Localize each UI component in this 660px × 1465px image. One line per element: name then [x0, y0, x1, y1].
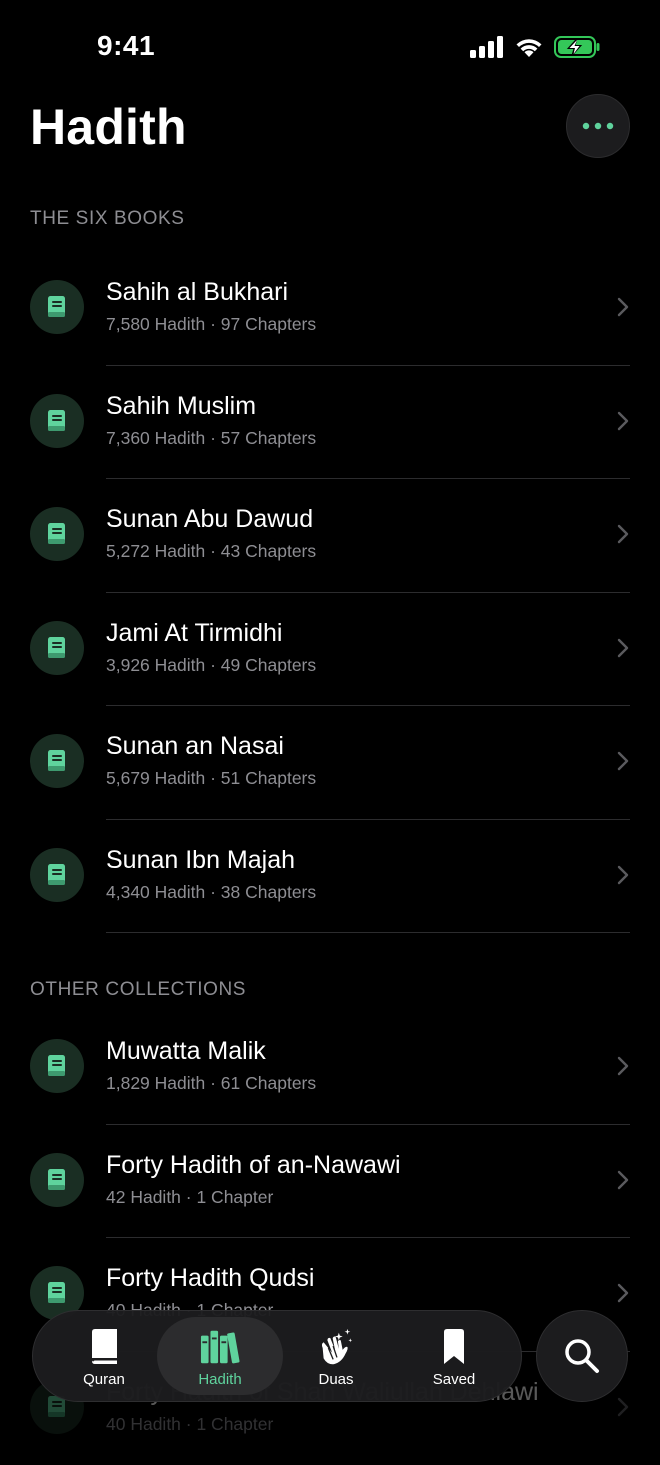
cellular-signal-icon: [470, 36, 504, 58]
book-icon: [30, 1039, 84, 1093]
list-item[interactable]: Sunan Ibn Majah 4,340 Hadith · 38 Chapte…: [0, 820, 660, 934]
collection-subtitle: 5,679 Hadith · 51 Chapters: [106, 768, 316, 789]
collection-subtitle: 42 Hadith · 1 Chapter: [106, 1187, 273, 1208]
collection-title: Sunan an Nasai: [106, 732, 284, 761]
list-item[interactable]: Muwatta Malik 1,829 Hadith · 61 Chapters: [0, 1011, 660, 1125]
wifi-icon: [514, 36, 544, 58]
chevron-right-icon: [616, 296, 630, 318]
tab-bar: Quran Hadith Duas: [32, 1310, 522, 1402]
collection-subtitle: 1,829 Hadith · 61 Chapters: [106, 1073, 316, 1094]
collection-subtitle: 3,926 Hadith · 49 Chapters: [106, 655, 316, 676]
search-icon: [563, 1337, 601, 1375]
tab-quran[interactable]: Quran: [41, 1317, 167, 1395]
chevron-right-icon: [616, 1396, 630, 1418]
list-item[interactable]: Sahih al Bukhari 7,580 Hadith · 97 Chapt…: [0, 252, 660, 366]
book-icon: [30, 621, 84, 675]
list-item[interactable]: Sunan an Nasai 5,679 Hadith · 51 Chapter…: [0, 706, 660, 820]
collection-title: Jami At Tirmidhi: [106, 619, 282, 648]
chevron-right-icon: [616, 637, 630, 659]
collection-subtitle: 4,340 Hadith · 38 Chapters: [106, 882, 316, 903]
status-time: 9:41: [97, 30, 155, 62]
chevron-right-icon: [616, 1282, 630, 1304]
section-header-six-books: THE SIX BOOKS: [30, 208, 185, 230]
section-header-other-collections: OTHER COLLECTIONS: [30, 979, 246, 1001]
status-bar: 9:41: [0, 0, 660, 96]
collection-subtitle: 7,580 Hadith · 97 Chapters: [106, 314, 316, 335]
book-icon: [30, 848, 84, 902]
chevron-right-icon: [616, 1055, 630, 1077]
book-icon: [30, 507, 84, 561]
chevron-right-icon: [616, 523, 630, 545]
ellipsis-icon: [582, 122, 614, 130]
list-item[interactable]: Sahih Muslim 7,360 Hadith · 57 Chapters: [0, 366, 660, 480]
collection-title: Forty Hadith of an-Nawawi: [106, 1151, 401, 1180]
collection-title: Sahih al Bukhari: [106, 278, 288, 307]
collection-subtitle: 40 Hadith · 1 Chapter: [106, 1414, 273, 1435]
book-icon: [30, 734, 84, 788]
header: Hadith: [0, 92, 660, 172]
tab-duas[interactable]: Duas: [273, 1317, 399, 1395]
list-item[interactable]: Jami At Tirmidhi 3,926 Hadith · 49 Chapt…: [0, 593, 660, 707]
divider: [106, 932, 630, 933]
praying-hands-icon: [316, 1327, 356, 1367]
collection-subtitle: 7,360 Hadith · 57 Chapters: [106, 428, 316, 449]
chevron-right-icon: [616, 864, 630, 886]
search-button[interactable]: [536, 1310, 628, 1402]
books-icon: [200, 1327, 240, 1367]
collection-title: Muwatta Malik: [106, 1037, 266, 1066]
list-item[interactable]: Sunan Abu Dawud 5,272 Hadith · 43 Chapte…: [0, 479, 660, 593]
more-options-button[interactable]: [566, 94, 630, 158]
bookmark-icon: [434, 1327, 474, 1367]
status-icons: [470, 36, 600, 58]
battery-charging-icon: [554, 36, 600, 58]
chevron-right-icon: [616, 410, 630, 432]
collection-title: Sahih Muslim: [106, 392, 256, 421]
collection-title: Forty Hadith Qudsi: [106, 1264, 314, 1293]
collection-title: Sunan Ibn Majah: [106, 846, 295, 875]
tab-hadith[interactable]: Hadith: [157, 1317, 283, 1395]
collection-subtitle: 5,272 Hadith · 43 Chapters: [106, 541, 316, 562]
tab-label: Quran: [41, 1371, 167, 1388]
chevron-right-icon: [616, 1169, 630, 1191]
list-item[interactable]: Forty Hadith of an-Nawawi 42 Hadith · 1 …: [0, 1125, 660, 1239]
book-closed-icon: [84, 1327, 124, 1367]
tab-label: Duas: [273, 1371, 399, 1388]
tab-label: Hadith: [157, 1371, 283, 1388]
book-icon: [30, 1153, 84, 1207]
tab-saved[interactable]: Saved: [391, 1317, 517, 1395]
chevron-right-icon: [616, 750, 630, 772]
collection-title: Sunan Abu Dawud: [106, 505, 313, 534]
book-icon: [30, 394, 84, 448]
page-title: Hadith: [30, 98, 187, 156]
book-icon: [30, 280, 84, 334]
six-books-list: Sahih al Bukhari 7,580 Hadith · 97 Chapt…: [0, 252, 660, 933]
tab-label: Saved: [391, 1371, 517, 1388]
